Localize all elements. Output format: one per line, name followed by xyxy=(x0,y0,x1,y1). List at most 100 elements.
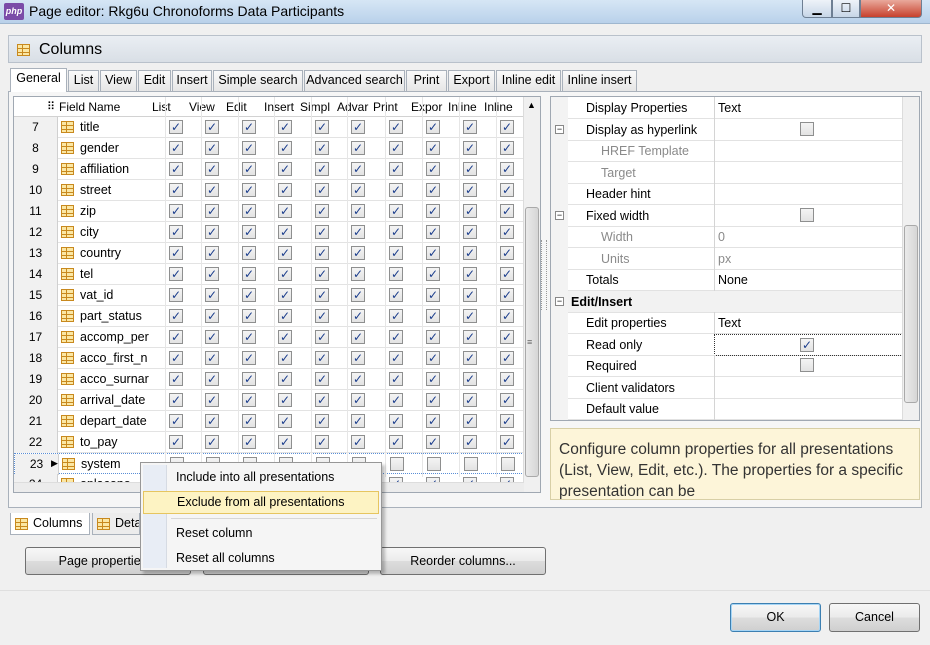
presentation-checkbox[interactable]: ✓ xyxy=(315,267,329,281)
presentation-checkbox[interactable]: ✓ xyxy=(426,267,440,281)
field-name[interactable]: depart_date xyxy=(80,414,150,428)
presentation-checkbox[interactable]: ✓ xyxy=(351,246,365,260)
presentation-checkbox[interactable]: ✓ xyxy=(205,225,219,239)
field-name[interactable]: affiliation xyxy=(80,162,150,176)
presentation-checkbox[interactable]: ✓ xyxy=(205,435,219,449)
presentation-checkbox[interactable]: ✓ xyxy=(351,267,365,281)
table-row[interactable]: 21 depart_date ✓ ✓ ✓ ✓ ✓ ✓ ✓ ✓ ✓ ✓ xyxy=(14,411,524,432)
tab-general[interactable]: General xyxy=(10,68,67,92)
presentation-checkbox[interactable]: ✓ xyxy=(463,204,477,218)
presentation-checkbox[interactable]: ✓ xyxy=(205,120,219,134)
presentation-checkbox[interactable]: ✓ xyxy=(278,330,292,344)
presentation-checkbox[interactable]: ✓ xyxy=(242,204,256,218)
column-header-list[interactable]: List xyxy=(152,100,188,114)
presentation-checkbox[interactable]: ✓ xyxy=(242,141,256,155)
presentation-checkbox[interactable]: ✓ xyxy=(351,351,365,365)
presentation-checkbox[interactable]: ✓ xyxy=(205,393,219,407)
table-row[interactable]: 17 accomp_per ✓ ✓ ✓ ✓ ✓ ✓ ✓ ✓ ✓ ✓ xyxy=(14,327,524,348)
presentation-checkbox[interactable]: ✓ xyxy=(169,309,183,323)
presentation-checkbox[interactable]: ✓ xyxy=(426,141,440,155)
tab-advanced-search[interactable]: Advanced search xyxy=(304,70,405,91)
presentation-checkbox[interactable]: ✓ xyxy=(426,120,440,134)
presentation-checkbox[interactable]: ✓ xyxy=(169,225,183,239)
presentation-checkbox[interactable]: ✓ xyxy=(389,288,403,302)
table-row[interactable]: 15 vat_id ✓ ✓ ✓ ✓ ✓ ✓ ✓ ✓ ✓ ✓ xyxy=(14,285,524,306)
presentation-checkbox[interactable]: ✓ xyxy=(242,330,256,344)
field-name[interactable]: to_pay xyxy=(80,435,150,449)
presentation-checkbox[interactable]: ✓ xyxy=(426,162,440,176)
presentation-checkbox[interactable]: ✓ xyxy=(315,435,329,449)
presentation-checkbox[interactable]: ✓ xyxy=(463,225,477,239)
presentation-checkbox[interactable]: ✓ xyxy=(315,414,329,428)
property-row-fixed-width[interactable]: − Fixed width xyxy=(551,204,903,227)
presentation-checkbox[interactable]: ✓ xyxy=(463,162,477,176)
tab-simple-search[interactable]: Simple search xyxy=(213,70,303,91)
presentation-checkbox[interactable]: ✓ xyxy=(463,414,477,428)
collapse-icon[interactable]: − xyxy=(555,124,564,134)
presentation-checkbox[interactable]: ✓ xyxy=(500,393,514,407)
property-value[interactable] xyxy=(714,140,903,162)
presentation-checkbox[interactable]: ✓ xyxy=(278,162,292,176)
presentation-checkbox[interactable]: ✓ xyxy=(278,393,292,407)
presentation-checkbox[interactable]: ✓ xyxy=(351,393,365,407)
property-row-edit-insert[interactable]: − Edit/Insert xyxy=(551,290,903,313)
tab-edit[interactable]: Edit xyxy=(138,70,171,91)
column-header-insert[interactable]: Insert xyxy=(264,100,300,114)
presentation-checkbox[interactable]: ✓ xyxy=(500,330,514,344)
presentation-checkbox[interactable]: ✓ xyxy=(500,288,514,302)
presentation-checkbox[interactable]: ✓ xyxy=(463,183,477,197)
tab-insert[interactable]: Insert xyxy=(172,70,212,91)
property-value[interactable] xyxy=(714,204,903,227)
presentation-checkbox[interactable]: ✓ xyxy=(426,288,440,302)
presentation-checkbox[interactable]: ✓ xyxy=(351,330,365,344)
presentation-checkbox[interactable]: ✓ xyxy=(169,267,183,281)
presentation-checkbox[interactable]: ✓ xyxy=(500,162,514,176)
presentation-checkbox[interactable] xyxy=(464,457,478,471)
collapse-icon[interactable]: − xyxy=(555,296,564,306)
presentation-checkbox[interactable]: ✓ xyxy=(463,120,477,134)
presentation-checkbox[interactable]: ✓ xyxy=(169,120,183,134)
table-row[interactable]: 14 tel ✓ ✓ ✓ ✓ ✓ ✓ ✓ ✓ ✓ ✓ xyxy=(14,264,524,285)
presentation-checkbox[interactable]: ✓ xyxy=(463,288,477,302)
presentation-checkbox[interactable]: ✓ xyxy=(278,372,292,386)
presentation-checkbox[interactable]: ✓ xyxy=(500,372,514,386)
column-chooser-icon[interactable]: ⠿ xyxy=(47,100,55,113)
field-name[interactable]: tel xyxy=(80,267,150,281)
presentation-checkbox[interactable]: ✓ xyxy=(500,120,514,134)
presentation-checkbox[interactable]: ✓ xyxy=(242,267,256,281)
column-header-edit[interactable]: Edit xyxy=(226,100,262,114)
presentation-checkbox[interactable]: ✓ xyxy=(389,162,403,176)
presentation-checkbox[interactable]: ✓ xyxy=(389,267,403,281)
presentation-checkbox[interactable]: ✓ xyxy=(205,141,219,155)
presentation-checkbox[interactable]: ✓ xyxy=(500,183,514,197)
property-checkbox[interactable] xyxy=(800,207,814,222)
scroll-up-icon[interactable]: ▲ xyxy=(527,100,536,110)
presentation-checkbox[interactable]: ✓ xyxy=(389,372,403,386)
presentation-checkbox[interactable] xyxy=(501,457,515,471)
presentation-checkbox[interactable]: ✓ xyxy=(278,183,292,197)
table-row[interactable]: 19 acco_surnar ✓ ✓ ✓ ✓ ✓ ✓ ✓ ✓ ✓ ✓ xyxy=(14,369,524,390)
presentation-checkbox[interactable]: ✓ xyxy=(242,393,256,407)
presentation-checkbox[interactable]: ✓ xyxy=(205,204,219,218)
property-row-href-template[interactable]: HREF Template xyxy=(551,140,903,162)
table-row[interactable]: 12 city ✓ ✓ ✓ ✓ ✓ ✓ ✓ ✓ ✓ ✓ xyxy=(14,222,524,243)
properties-scroll-thumb[interactable] xyxy=(904,225,918,403)
presentation-checkbox[interactable]: ✓ xyxy=(205,351,219,365)
property-value[interactable] xyxy=(714,376,903,399)
presentation-checkbox[interactable]: ✓ xyxy=(242,183,256,197)
presentation-checkbox[interactable]: ✓ xyxy=(426,351,440,365)
presentation-checkbox[interactable]: ✓ xyxy=(463,330,477,344)
presentation-checkbox[interactable]: ✓ xyxy=(500,246,514,260)
property-row-display-properties[interactable]: Display Properties Text xyxy=(551,97,903,119)
presentation-checkbox[interactable]: ✓ xyxy=(351,120,365,134)
presentation-checkbox[interactable]: ✓ xyxy=(463,393,477,407)
presentation-checkbox[interactable]: ✓ xyxy=(315,141,329,155)
table-row[interactable]: 16 part_status ✓ ✓ ✓ ✓ ✓ ✓ ✓ ✓ ✓ ✓ xyxy=(14,306,524,327)
presentation-checkbox[interactable]: ✓ xyxy=(351,372,365,386)
presentation-checkbox[interactable]: ✓ xyxy=(500,141,514,155)
presentation-checkbox[interactable]: ✓ xyxy=(205,246,219,260)
field-name[interactable]: zip xyxy=(80,204,150,218)
presentation-checkbox[interactable]: ✓ xyxy=(169,435,183,449)
tab-list[interactable]: List xyxy=(68,70,99,91)
presentation-checkbox[interactable]: ✓ xyxy=(278,267,292,281)
